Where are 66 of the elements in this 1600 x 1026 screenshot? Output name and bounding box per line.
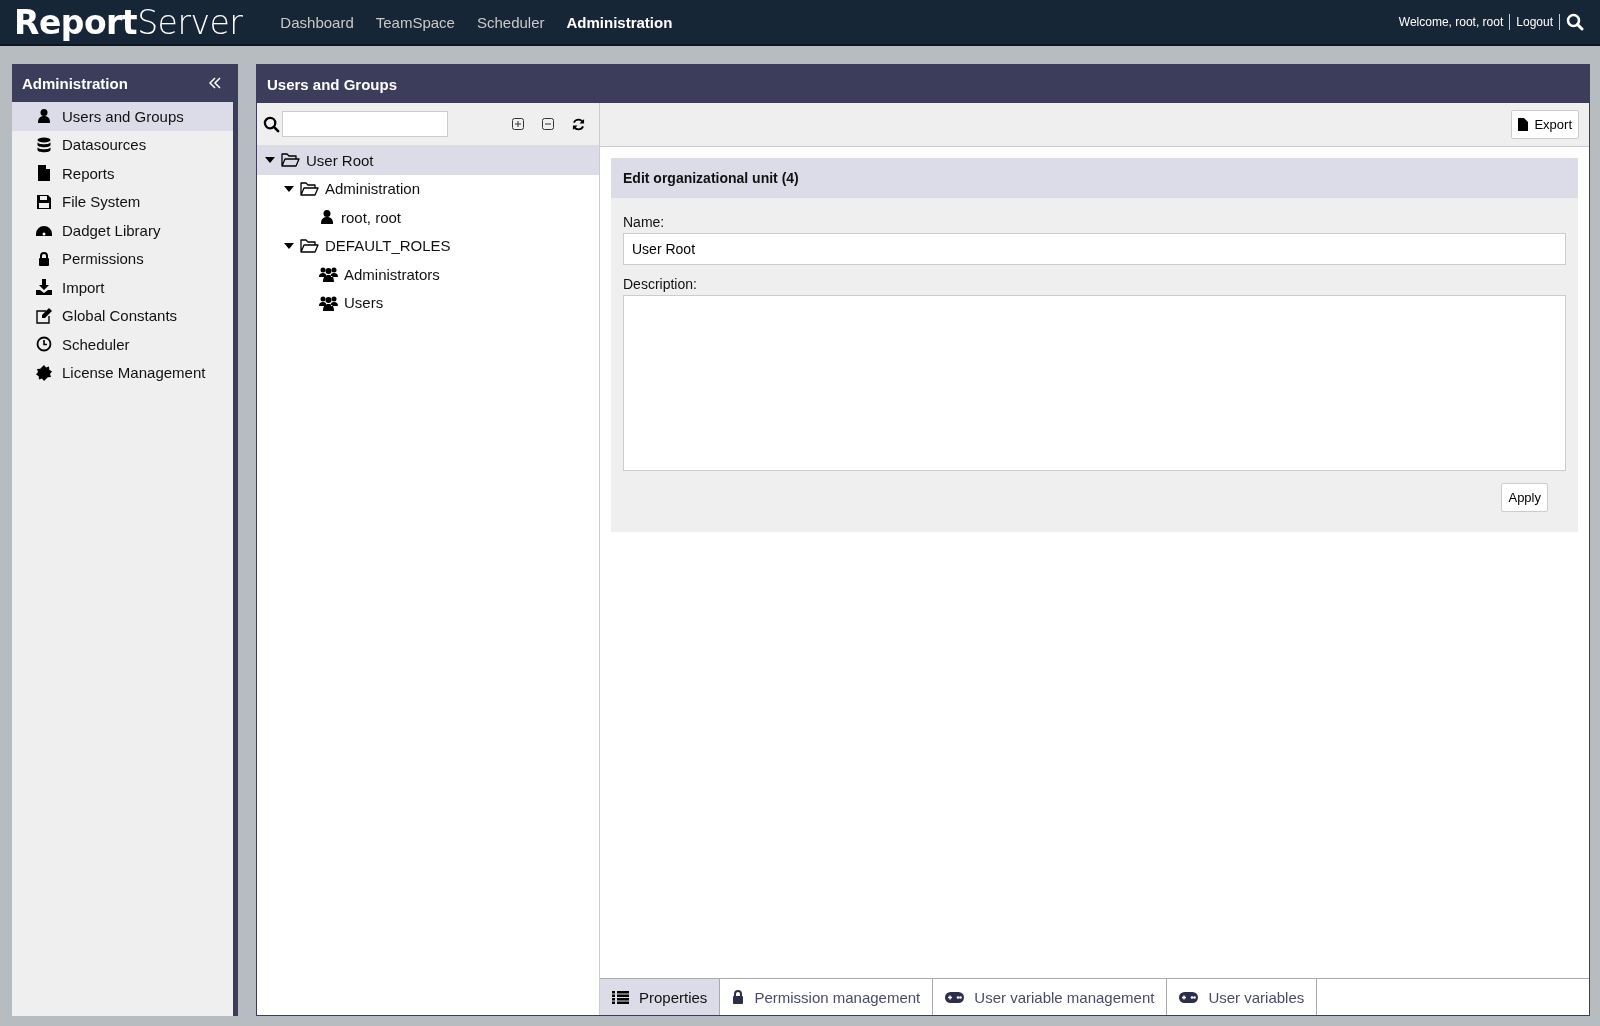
panel-title: Users and Groups <box>267 75 398 93</box>
description-field[interactable] <box>623 295 1566 471</box>
sidebar-item[interactable]: Dadget Library <box>12 216 233 245</box>
folder-icon <box>300 238 319 253</box>
name-field[interactable]: User Root <box>623 233 1566 265</box>
logo: ReportServer <box>14 2 243 42</box>
sidebar-item[interactable]: Import <box>12 273 233 302</box>
logout-link[interactable]: Logout <box>1516 15 1553 29</box>
group-icon <box>319 266 338 283</box>
folder-icon <box>281 153 300 168</box>
welcome-text: Welcome, root, root <box>1398 15 1504 29</box>
nav-link[interactable]: Administration <box>566 13 673 31</box>
sidebar-item[interactable]: Reports <box>12 159 233 188</box>
search-icon <box>263 115 280 133</box>
caret-icon[interactable] <box>284 185 294 192</box>
user-icon <box>36 108 52 125</box>
tree-item[interactable]: DEFAULT_ROLES <box>257 231 599 260</box>
save-icon <box>36 193 52 210</box>
db-icon <box>36 136 52 153</box>
list-icon <box>612 990 629 1004</box>
sidebar-item[interactable]: License Management <box>12 358 233 387</box>
nav-link[interactable]: Scheduler <box>476 13 545 31</box>
tab[interactable]: Properties <box>600 979 721 1015</box>
tree-item[interactable]: Users <box>257 288 599 317</box>
nav-link[interactable]: Dashboard <box>280 13 354 31</box>
apply-button[interactable]: Apply <box>1501 483 1548 512</box>
expand-all-icon[interactable] <box>512 118 524 130</box>
edit-icon <box>36 307 52 324</box>
tree-item[interactable]: Administration <box>257 174 599 203</box>
collapse-icon[interactable] <box>209 77 221 89</box>
sidebar-item[interactable]: Permissions <box>12 244 233 273</box>
sidebar-item[interactable]: Scheduler <box>12 330 233 359</box>
sidebar-item[interactable]: File System <box>12 187 233 216</box>
nav-link[interactable]: TeamSpace <box>375 13 455 31</box>
caret-icon[interactable] <box>265 157 275 164</box>
field-label: Description: <box>623 276 698 292</box>
user-icon <box>319 209 335 226</box>
field-label: Name: <box>623 214 666 230</box>
group-icon <box>319 294 338 311</box>
search-field[interactable] <box>282 111 448 137</box>
sidebar-item[interactable]: Users and Groups <box>12 102 233 131</box>
refresh-icon[interactable] <box>572 117 585 131</box>
search-icon[interactable] <box>1566 13 1584 31</box>
gamepad-icon <box>1179 991 1199 1003</box>
caret-icon[interactable] <box>284 242 294 249</box>
clock-icon <box>36 336 52 353</box>
folder-icon <box>300 181 319 196</box>
file-icon <box>36 165 52 182</box>
lock-icon <box>732 990 745 1004</box>
collapse-all-icon[interactable] <box>542 118 554 130</box>
tree-item[interactable]: User Root <box>257 146 599 175</box>
tab[interactable]: Permission management <box>720 979 934 1015</box>
tab[interactable]: User variable management <box>933 979 1168 1015</box>
tab[interactable]: User variables <box>1167 979 1318 1015</box>
sidebar-title: Administration <box>22 74 128 92</box>
gamepad-icon <box>945 991 965 1003</box>
lock-icon <box>36 250 52 267</box>
sidebar-item[interactable]: Global Constants <box>12 301 233 330</box>
form-title: Edit organizational unit (4) <box>611 158 1578 198</box>
tree-item[interactable]: Administrators <box>257 260 599 289</box>
export-button[interactable]: Export <box>1511 110 1579 139</box>
import-icon <box>36 279 52 296</box>
cert-icon <box>36 364 52 381</box>
sidebar-item[interactable]: Datasources <box>12 130 233 159</box>
file-icon <box>1518 118 1529 131</box>
tree-item[interactable]: root, root <box>257 203 599 232</box>
